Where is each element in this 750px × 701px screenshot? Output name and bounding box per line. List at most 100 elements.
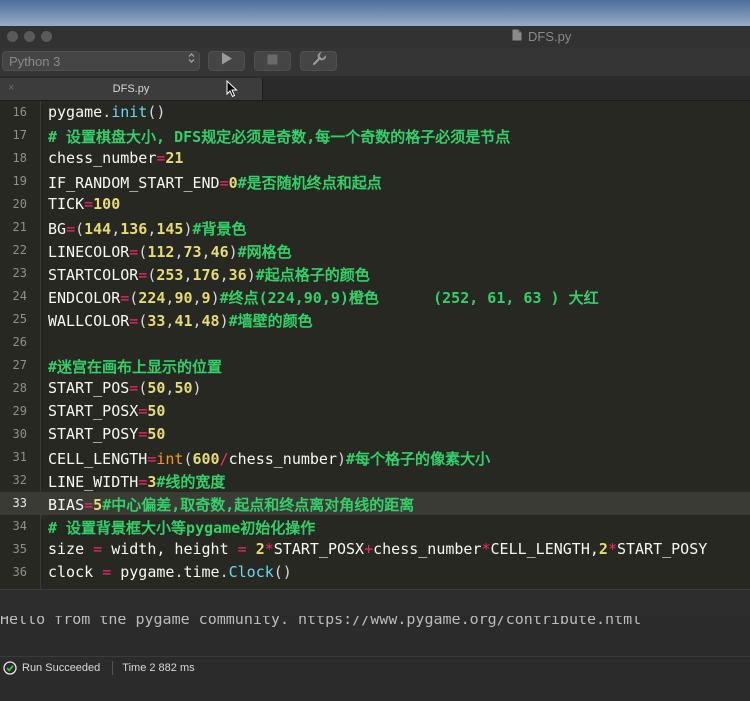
code-token: = <box>120 289 130 307</box>
code-token: Clock <box>228 563 274 581</box>
code-line[interactable]: 17 # 设置棋盘大小, DFS规定必须是奇数,每一个奇数的格子必须是节点 <box>0 124 750 147</box>
line-number: 28 <box>12 381 27 395</box>
code-line[interactable]: 16 pygame.init() <box>0 101 750 124</box>
code-token: 2 <box>598 540 608 558</box>
code-line[interactable]: 21 BG=(144,136,145)#背景色 <box>0 216 750 239</box>
stop-button[interactable] <box>254 51 291 71</box>
code-line[interactable]: 20 TICK=100 <box>0 193 750 216</box>
line-number: 29 <box>12 404 27 418</box>
code-text: # 设置棋盘大小, DFS规定必须是奇数,每一个奇数的格子必须是节点 <box>48 126 510 147</box>
code-text: chess_number=21 <box>48 149 183 167</box>
code-token: 144 <box>84 220 112 238</box>
code-token: width, height <box>102 540 238 558</box>
status-separator <box>112 661 114 675</box>
code-line[interactable]: 34 # 设置背景框大小等pygame初始化操作 <box>0 515 750 538</box>
code-token: ( <box>138 243 148 261</box>
code-line[interactable]: 31 CELL_LENGTH=int(600/chess_number)#每个格子… <box>0 446 750 469</box>
code-token: START_POSX <box>273 540 365 558</box>
code-token: BIAS <box>48 496 85 514</box>
window-title-text: DFS.py <box>528 29 572 44</box>
play-icon <box>221 52 233 70</box>
code-text: LINE_WIDTH=3#线的宽度 <box>48 471 225 492</box>
code-token: = <box>93 540 103 558</box>
code-line[interactable]: 27 #迷宫在画布上显示的位置 <box>0 354 750 377</box>
tab-label: DFS.py <box>112 83 150 95</box>
code-token: , <box>201 243 211 261</box>
code-token: LINECOLOR <box>48 243 130 261</box>
code-token: / <box>219 450 229 468</box>
code-token: 21 <box>165 149 184 167</box>
line-number: 19 <box>12 174 27 188</box>
code-token: * <box>264 540 274 558</box>
code-line[interactable]: 30 START_POSY=50 <box>0 423 750 446</box>
window-title: DFS.py <box>512 29 571 44</box>
run-status-label: Run Succeeded <box>22 662 101 674</box>
close-window-button[interactable] <box>7 31 18 42</box>
code-token: # 设置背景框大小等pygame初始化操作 <box>48 519 316 537</box>
code-text: # 设置背景框大小等pygame初始化操作 <box>48 517 315 538</box>
code-token: = <box>138 402 148 420</box>
code-line[interactable]: 36 clock = pygame.time.Clock() <box>0 561 750 584</box>
code-line[interactable]: 29 START_POSX=50 <box>0 400 750 423</box>
code-token: ( <box>183 450 193 468</box>
code-line[interactable]: 23 STARTCOLOR=(253,176,36)#起点格子的颜色 <box>0 262 750 285</box>
code-token: 50 <box>174 379 193 397</box>
code-token: . <box>102 103 112 121</box>
updown-chevron-icon <box>188 52 195 66</box>
code-token: 48 <box>201 312 220 330</box>
code-token: CELL_LENGTH <box>48 450 148 468</box>
panel-divider[interactable] <box>0 589 750 617</box>
code-line[interactable]: 32 LINE_WIDTH=3#线的宽度 <box>0 469 750 492</box>
code-token: #是否随机终点和起点 <box>237 174 382 192</box>
code-token: 73 <box>183 243 202 261</box>
code-token: ( <box>75 220 85 238</box>
code-token: size <box>48 540 94 558</box>
code-line[interactable]: 18 chess_number=21 <box>0 147 750 170</box>
code-token: ) <box>183 220 193 238</box>
code-token: 0 <box>228 174 238 192</box>
code-line[interactable]: 35 size = width, height = 2*START_POSX+ch… <box>0 538 750 561</box>
tab-dfs-py[interactable]: × DFS.py <box>0 78 263 100</box>
code-token: START_POSY <box>48 425 139 443</box>
code-token: 136 <box>120 220 148 238</box>
code-line[interactable]: 22 LINECOLOR=(112,73,46)#网格色 <box>0 239 750 262</box>
code-token: IF_RANDOM_START_END <box>48 174 220 192</box>
code-token: 41 <box>174 312 193 330</box>
code-line[interactable]: 28 START_POS=(50,50) <box>0 377 750 400</box>
code-token: 2 <box>255 540 265 558</box>
line-number: 23 <box>12 266 27 280</box>
code-token: 253 <box>156 266 184 284</box>
line-number: 26 <box>12 335 27 349</box>
code-token: BG <box>48 220 67 238</box>
line-number: 18 <box>12 151 27 165</box>
code-token: 36 <box>228 266 247 284</box>
code-token: ( <box>138 312 148 330</box>
kernel-select[interactable]: Python 3 <box>2 51 200 71</box>
code-line[interactable]: 24 ENDCOLOR=(224,90,9)#终点(224,90,9)橙色 (25… <box>0 285 750 308</box>
settings-button[interactable] <box>300 50 337 71</box>
code-token: 50 <box>147 402 166 420</box>
wrench-icon <box>312 50 327 71</box>
code-token: . <box>219 563 229 581</box>
line-number: 31 <box>12 450 27 464</box>
zoom-window-button[interactable] <box>41 31 52 42</box>
code-token: chess_number <box>48 149 157 167</box>
code-token: 145 <box>156 220 184 238</box>
run-button[interactable] <box>208 51 245 71</box>
code-token: () <box>273 563 292 581</box>
code-token: = <box>129 243 139 261</box>
code-line[interactable]: 25 WALLCOLOR=(33,41,48)#墙壁的颜色 <box>0 308 750 331</box>
minimize-window-button[interactable] <box>24 31 35 42</box>
code-token: pygame <box>111 563 175 581</box>
code-token: = <box>66 220 76 238</box>
line-number: 16 <box>12 105 27 119</box>
code-token: 100 <box>93 195 121 213</box>
code-line[interactable]: 19 IF_RANDOM_START_END=0#是否随机终点和起点 <box>0 170 750 193</box>
code-token: START_POSX <box>48 402 139 420</box>
code-token: 112 <box>147 243 175 261</box>
code-line[interactable]: 26 <box>0 331 750 354</box>
line-number: 25 <box>12 312 27 326</box>
current-code-line[interactable]: 33 BIAS=5#中心偏差,取奇数,起点和终点离对角线的距离 <box>0 492 750 515</box>
code-token: = <box>219 174 229 192</box>
code-editor[interactable]: 16 pygame.init() 17 # 设置棋盘大小, DFS规定必须是奇数,每一… <box>0 101 750 589</box>
